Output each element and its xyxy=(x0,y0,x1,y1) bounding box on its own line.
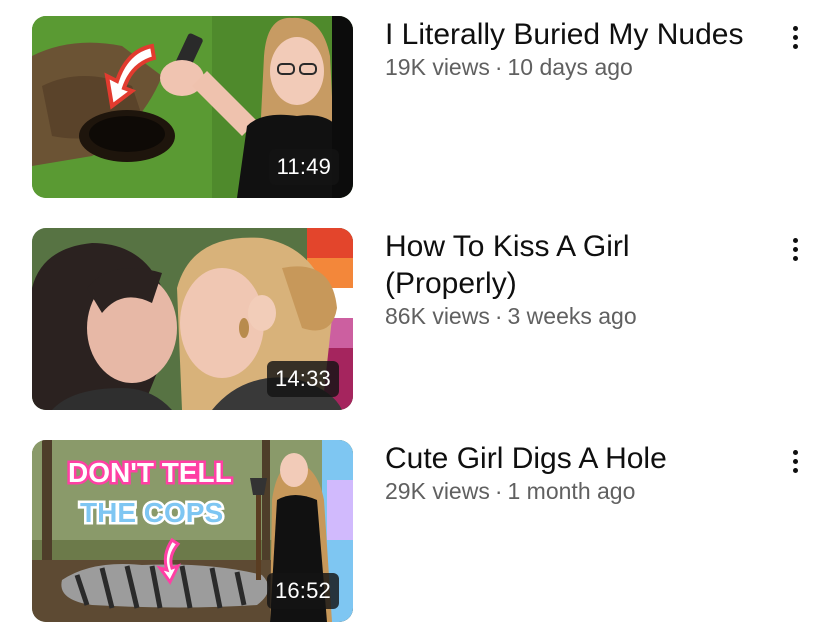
video-info: I Literally Buried My Nudes 19K views · 10… xyxy=(385,16,765,81)
duration-badge: 16:52 xyxy=(266,573,339,609)
view-count: 29K views xyxy=(385,478,490,504)
more-vertical-icon[interactable] xyxy=(780,442,812,482)
video-title[interactable]: Cute Girl Digs A Hole xyxy=(385,440,765,477)
upload-age: 10 days ago xyxy=(507,54,633,80)
thumbnail-text-line2: THE COPS xyxy=(80,497,223,528)
more-vertical-icon[interactable] xyxy=(780,18,812,58)
thumbnail-text-line1: DON'T TELL xyxy=(68,457,232,488)
meta-separator: · xyxy=(494,478,503,504)
upload-age: 1 month ago xyxy=(507,478,636,504)
video-meta: 19K views · 10 days ago xyxy=(385,53,765,81)
video-item[interactable]: 11:49 I Literally Buried My Nudes 19K vi… xyxy=(0,16,828,198)
view-count: 86K views xyxy=(385,303,490,329)
video-meta: 86K views · 3 weeks ago xyxy=(385,302,765,330)
meta-separator: · xyxy=(494,54,503,80)
video-title[interactable]: How To Kiss A Girl (Properly) xyxy=(385,228,765,302)
meta-separator: · xyxy=(494,303,503,329)
video-thumbnail[interactable]: 11:49 xyxy=(32,16,353,198)
view-count: 19K views xyxy=(385,54,490,80)
video-meta: 29K views · 1 month ago xyxy=(385,477,765,505)
video-list: 11:49 I Literally Buried My Nudes 19K vi… xyxy=(0,0,828,629)
video-thumbnail[interactable]: DON'T TELL THE COPS 16:52 xyxy=(32,440,353,622)
upload-age: 3 weeks ago xyxy=(507,303,637,329)
more-vertical-icon[interactable] xyxy=(780,230,812,270)
video-thumbnail[interactable]: 14:33 xyxy=(32,228,353,410)
video-info: How To Kiss A Girl (Properly) 86K views ·… xyxy=(385,228,765,330)
duration-badge: 11:49 xyxy=(268,149,339,185)
video-title[interactable]: I Literally Buried My Nudes xyxy=(385,16,765,53)
video-info: Cute Girl Digs A Hole 29K views · 1 month … xyxy=(385,440,765,505)
video-item[interactable]: DON'T TELL THE COPS 16:52 Cute Girl Digs… xyxy=(0,440,828,622)
duration-badge: 14:33 xyxy=(266,361,339,397)
video-item[interactable]: 14:33 How To Kiss A Girl (Properly) 86K … xyxy=(0,228,828,410)
